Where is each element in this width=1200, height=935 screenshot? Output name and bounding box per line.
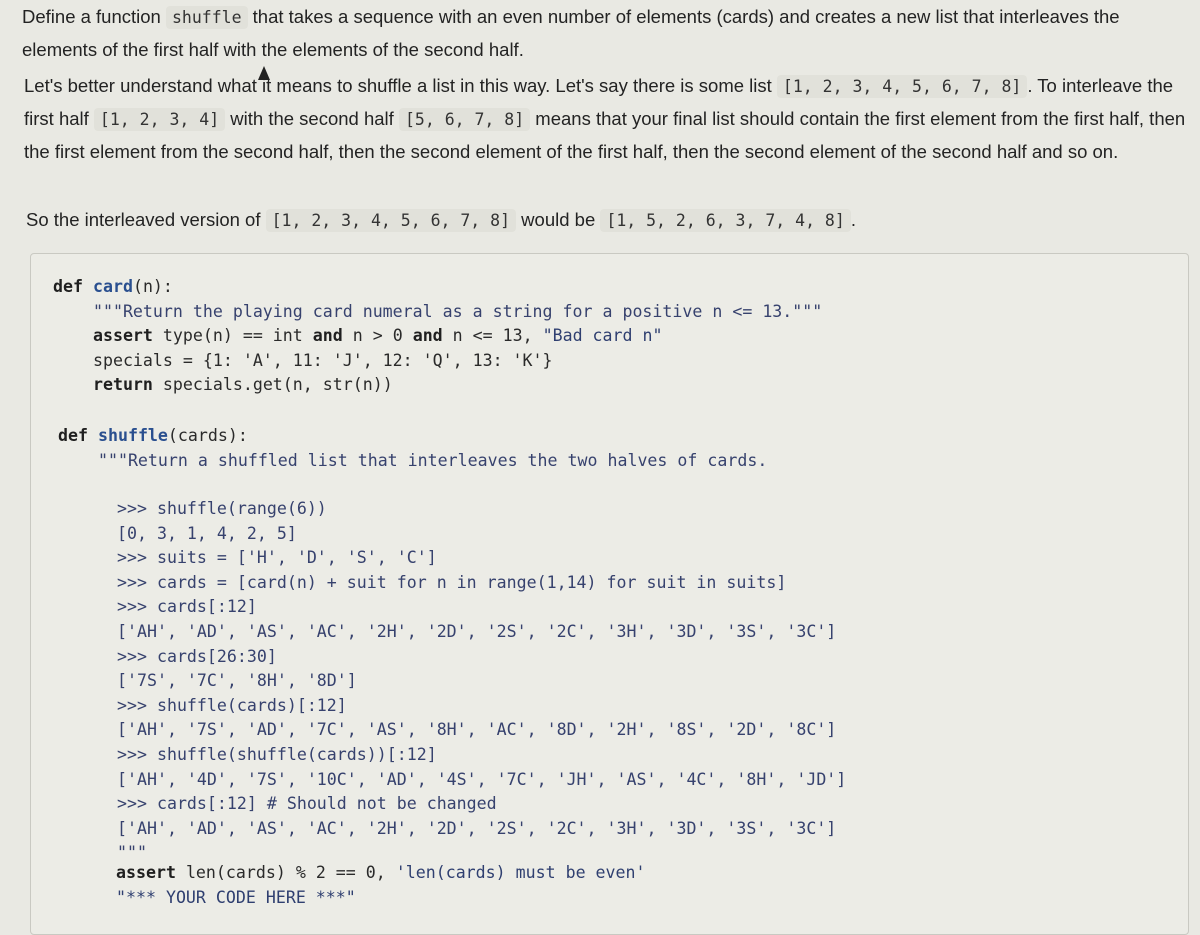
doctest-line: ['AH', '4D', '7S', '10C', 'AD', '4S', '7… — [117, 769, 847, 789]
keyword: return — [92, 375, 153, 395]
text: Define a function — [22, 6, 166, 27]
inline-code: [1, 2, 3, 4, 5, 6, 7, 8] — [776, 75, 1028, 98]
text: So the interleaved version of — [26, 209, 266, 230]
doctest-line: >>> cards = [card(n) + suit for n in ran… — [117, 572, 787, 592]
inline-code: shuffle — [165, 6, 248, 29]
doctest-line: """ — [117, 843, 147, 863]
example-paragraph: So the interleaved version of [1, 2, 3, … — [26, 204, 1196, 237]
doctest-line: >>> cards[:12] # Should not be changed — [117, 794, 497, 814]
docstring: """Return a shuffled list that interleav… — [97, 450, 768, 470]
text: . — [850, 209, 856, 230]
doctest-line: ['AH', 'AD', 'AS', 'AC', '2H', '2D', '2S… — [117, 818, 837, 838]
docstring: """Return the playing card numeral as a … — [92, 301, 823, 321]
keyword: assert — [116, 863, 176, 882]
text: with the second half — [225, 108, 399, 129]
code-line: specials = {1: 'A', 11: 'J', 12: 'Q', 13… — [92, 350, 553, 370]
keyword: assert — [92, 326, 153, 346]
inline-code: [1, 2, 3, 4] — [93, 108, 226, 131]
doctest-line: ['AH', '7S', 'AD', '7C', 'AS', '8H', 'AC… — [117, 720, 837, 740]
your-code-here-placeholder[interactable]: "*** YOUR CODE HERE ***" — [116, 888, 356, 907]
inline-code: [1, 2, 3, 4, 5, 6, 7, 8] — [265, 209, 517, 232]
keyword: and — [312, 326, 343, 346]
problem-statement: Define a function shuffle that takes a s… — [22, 1, 1192, 66]
text: Let's better understand what it means to… — [24, 75, 777, 96]
doctest-line: >>> suits = ['H', 'D', 'S', 'C'] — [117, 548, 437, 568]
doctest-line: >>> shuffle(range(6)) — [117, 499, 327, 518]
string-literal: "Bad card n" — [542, 326, 663, 346]
keyword: def — [53, 277, 83, 296]
keyword: and — [412, 326, 443, 346]
doctest-block: >>> shuffle(range(6)) [0, 3, 1, 4, 2, 5]… — [117, 497, 846, 866]
card-function: def card(n): """Return the playing card … — [53, 275, 822, 398]
doctest-line: ['7S', '7C', '8H', '8D'] — [117, 671, 357, 691]
code-text: type(n) == int — [152, 326, 313, 346]
code-text: specials.get(n, str(n)) — [152, 375, 393, 395]
doctest-line: [0, 3, 1, 4, 2, 5] — [117, 523, 297, 543]
doctest-line: >>> shuffle(shuffle(cards))[:12] — [117, 744, 437, 764]
doctest-line: >>> cards[26:30] — [117, 646, 277, 666]
function-args: (cards): — [167, 426, 248, 445]
code-text: n <= 13, — [442, 326, 543, 346]
function-name: shuffle — [97, 426, 168, 445]
code-block[interactable]: def card(n): """Return the playing card … — [30, 253, 1189, 935]
doctest-line: ['AH', 'AD', 'AS', 'AC', '2H', '2D', '2S… — [117, 621, 837, 641]
shuffle-function: def shuffle(cards): """Return a shuffled… — [58, 424, 767, 473]
code-text: len(cards) % 2 == 0, — [175, 863, 396, 882]
inline-code: [1, 5, 2, 6, 3, 7, 4, 8] — [600, 209, 851, 232]
string-literal: 'len(cards) must be even' — [395, 863, 646, 882]
code-text: n > 0 — [342, 326, 413, 346]
inline-code: [5, 6, 7, 8] — [398, 108, 531, 131]
keyword: def — [58, 426, 88, 445]
doctest-line: >>> cards[:12] — [117, 597, 257, 617]
function-body[interactable]: assert len(cards) % 2 == 0, 'len(cards) … — [116, 861, 646, 910]
function-name: card — [92, 277, 133, 296]
text: would be — [516, 209, 601, 230]
function-args: (n): — [132, 277, 173, 296]
explanation-paragraph: Let's better understand what it means to… — [24, 70, 1194, 168]
doctest-line: >>> shuffle(cards)[:12] — [117, 695, 347, 715]
